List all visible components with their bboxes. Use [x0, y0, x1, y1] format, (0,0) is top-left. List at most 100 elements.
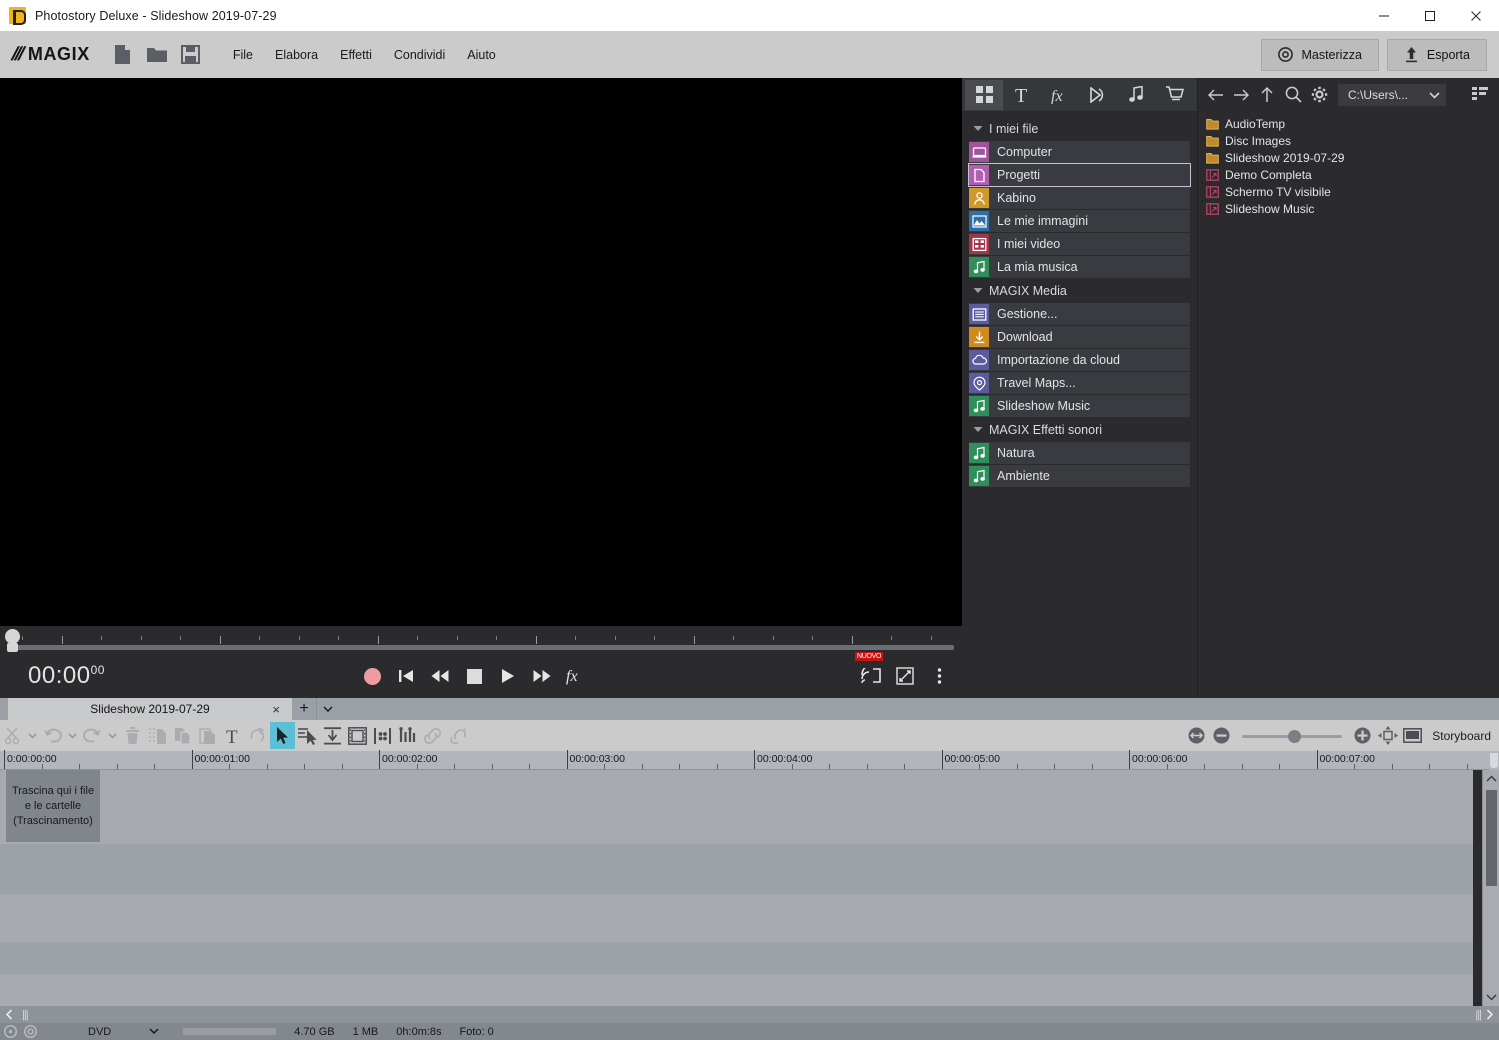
- timeline-tracks-area[interactable]: Trascina qui i file e le cartelle (Trasc…: [0, 770, 1473, 1006]
- rewind-button[interactable]: [423, 661, 457, 691]
- close-icon[interactable]: ×: [272, 702, 280, 717]
- track-row[interactable]: [0, 974, 1473, 1006]
- cast-icon[interactable]: NUOVO: [854, 652, 888, 691]
- back-icon[interactable]: [1202, 82, 1228, 108]
- zoom-all-icon[interactable]: [1375, 722, 1400, 749]
- hscroll-track[interactable]: [28, 1006, 1472, 1023]
- chevron-down-icon[interactable]: [970, 426, 986, 433]
- plus-circle-icon[interactable]: [1350, 722, 1375, 749]
- disc-icon[interactable]: [0, 1025, 20, 1038]
- track-row[interactable]: [0, 844, 1473, 894]
- tab-audio[interactable]: [1117, 80, 1155, 110]
- playhead-handle[interactable]: [5, 629, 20, 644]
- track-row[interactable]: [0, 770, 1473, 844]
- scroll-right-icon[interactable]: [1481, 1006, 1499, 1023]
- up-icon[interactable]: [1254, 82, 1280, 108]
- playhead-marker[interactable]: [7, 643, 18, 652]
- paste-icon[interactable]: [195, 722, 220, 749]
- burn-button[interactable]: Masterizza: [1261, 38, 1379, 71]
- cut-clip-icon[interactable]: [145, 722, 170, 749]
- new-project-icon[interactable]: [108, 40, 138, 70]
- save-project-icon[interactable]: [176, 40, 206, 70]
- tab-media[interactable]: [965, 79, 1003, 110]
- timeline-tab-active[interactable]: Slideshow 2019-07-29 ×: [8, 698, 292, 720]
- tab-effects[interactable]: fx: [1041, 80, 1079, 110]
- tree-item-la-mia-musica[interactable]: La mia musica: [969, 256, 1190, 278]
- stretch-icon[interactable]: [370, 722, 395, 749]
- zoom-slider-handle[interactable]: [1288, 729, 1302, 743]
- fast-forward-button[interactable]: [525, 661, 559, 691]
- redo-caret[interactable]: [105, 722, 120, 749]
- timeline-vertical-scrollbar[interactable]: [1482, 770, 1499, 1006]
- timeline-horizontal-scrollbar[interactable]: ||| |||: [0, 1006, 1499, 1023]
- list-view-icon[interactable]: [1467, 82, 1493, 108]
- chevron-down-icon[interactable]: [970, 125, 986, 132]
- scroll-down-icon[interactable]: [1483, 989, 1499, 1006]
- file-row[interactable]: Demo Completa: [1206, 166, 1499, 183]
- copy-icon[interactable]: [170, 722, 195, 749]
- record-button[interactable]: [355, 661, 389, 691]
- storyboard-icon[interactable]: [1400, 722, 1425, 749]
- preview-scroll-bar[interactable]: [8, 645, 954, 650]
- tree-item-importazione-da-cloud[interactable]: Importazione da cloud: [969, 349, 1190, 371]
- file-row[interactable]: Schermo TV visibile: [1206, 183, 1499, 200]
- scroll-up-icon[interactable]: [1483, 770, 1499, 787]
- tab-transitions[interactable]: [1079, 80, 1117, 110]
- tree-group-magix-media[interactable]: MAGIX Media: [962, 279, 1197, 302]
- skip-start-button[interactable]: [389, 661, 423, 691]
- storyboard-label[interactable]: Storyboard: [1432, 729, 1491, 743]
- open-project-icon[interactable]: [142, 40, 172, 70]
- single-object-icon[interactable]: [295, 722, 320, 749]
- menu-effetti[interactable]: Effetti: [329, 43, 383, 67]
- minus-circle-icon[interactable]: [1209, 722, 1234, 749]
- chevron-down-icon[interactable]: [970, 287, 986, 294]
- file-row[interactable]: Disc Images: [1206, 132, 1499, 149]
- close-button[interactable]: [1453, 0, 1499, 31]
- trash-icon[interactable]: [120, 722, 145, 749]
- undo-icon[interactable]: [40, 722, 65, 749]
- menu-condividi[interactable]: Condividi: [383, 43, 456, 67]
- undo-caret[interactable]: [65, 722, 80, 749]
- burner-icon[interactable]: [20, 1025, 40, 1038]
- arrow-cursor-icon[interactable]: [270, 722, 295, 749]
- tree-item-slideshow-music[interactable]: Slideshow Music: [969, 395, 1190, 417]
- menu-elabora[interactable]: Elabora: [264, 43, 329, 67]
- maximize-button[interactable]: [1407, 0, 1453, 31]
- effects-fx-button[interactable]: fx: [559, 661, 593, 691]
- file-row[interactable]: Slideshow Music: [1206, 200, 1499, 217]
- tree-group-i-miei-file[interactable]: I miei file: [962, 117, 1197, 140]
- tree-item-le-mie-immagini[interactable]: Le mie immagini: [969, 210, 1190, 232]
- fullscreen-icon[interactable]: [888, 661, 922, 691]
- file-row[interactable]: Slideshow 2019-07-29: [1206, 149, 1499, 166]
- text-t-icon[interactable]: T: [220, 722, 245, 749]
- file-row[interactable]: AudioTemp: [1206, 115, 1499, 132]
- tree-item-computer[interactable]: Computer: [969, 141, 1190, 163]
- tree-item-kabino[interactable]: Kabino: [969, 187, 1190, 209]
- tree-item-ambiente[interactable]: Ambiente: [969, 465, 1190, 487]
- play-button[interactable]: [491, 661, 525, 691]
- path-dropdown[interactable]: C:\Users\...: [1338, 83, 1446, 106]
- add-timeline-tab-button[interactable]: +: [292, 698, 316, 720]
- tree-item-travel-maps-[interactable]: Travel Maps...: [969, 372, 1190, 394]
- volume-curve-icon[interactable]: [395, 722, 420, 749]
- vertical-scroll-thumb[interactable]: [1486, 790, 1497, 886]
- curve-icon[interactable]: [320, 722, 345, 749]
- menu-file[interactable]: File: [222, 43, 264, 67]
- tree-item-i-miei-video[interactable]: I miei video: [969, 233, 1190, 255]
- tab-titles[interactable]: T: [1003, 80, 1041, 110]
- video-preview-monitor[interactable]: [0, 78, 962, 626]
- unlink-icon[interactable]: [445, 722, 470, 749]
- export-button[interactable]: Esporta: [1386, 38, 1487, 71]
- timeline-tab-menu-button[interactable]: [316, 698, 338, 720]
- tree-item-gestione-[interactable]: Gestione...: [969, 303, 1190, 325]
- search-icon[interactable]: [1280, 82, 1306, 108]
- timeline-ruler[interactable]: 0:00:00:00 00:00:01:00 00:00:02:00 00:00:03…: [0, 750, 1489, 770]
- redo-icon[interactable]: [80, 722, 105, 749]
- tree-group-magix-effetti-sonori[interactable]: MAGIX Effetti sonori: [962, 418, 1197, 441]
- rotate-icon[interactable]: [245, 722, 270, 749]
- settings-gear-icon[interactable]: [1306, 82, 1332, 108]
- more-options-icon[interactable]: [922, 661, 956, 691]
- forward-icon[interactable]: [1228, 82, 1254, 108]
- tree-item-download[interactable]: Download: [969, 326, 1190, 348]
- tree-item-natura[interactable]: Natura: [969, 442, 1190, 464]
